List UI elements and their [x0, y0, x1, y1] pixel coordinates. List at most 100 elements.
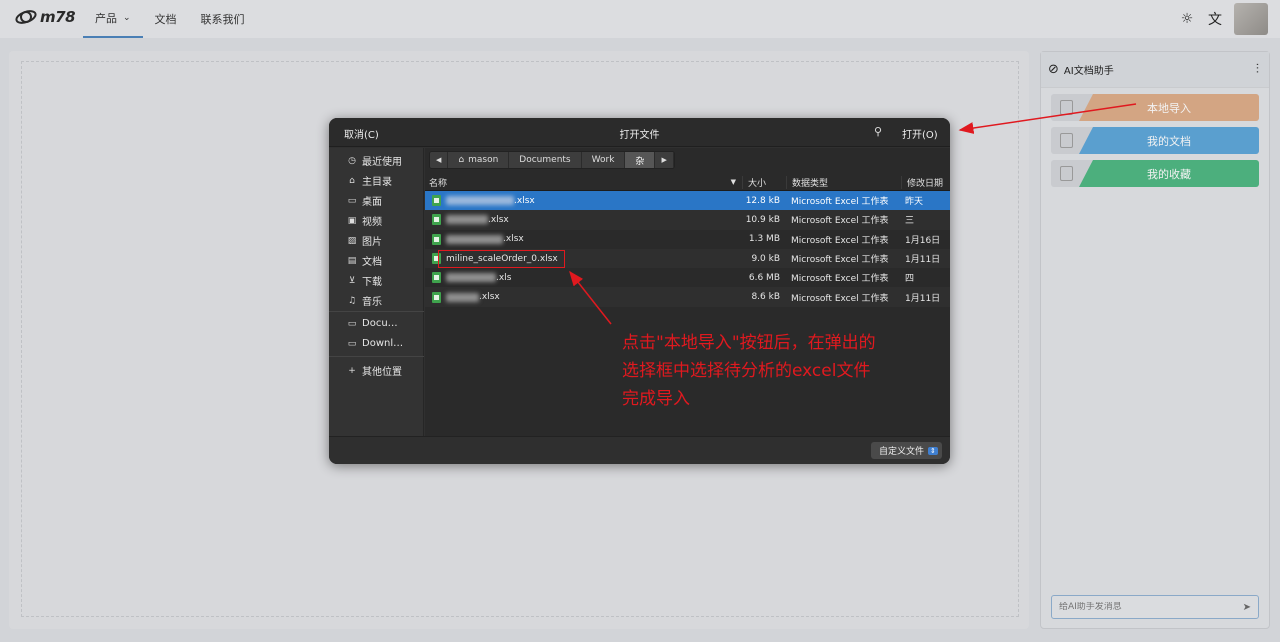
chevron-down-icon: ⌄	[123, 13, 131, 23]
file-row[interactable]: .xlsx 1.3 MB Microsoft Excel 工作表 1月16日	[425, 230, 950, 249]
document-icon	[1060, 133, 1073, 148]
file-filter-dropdown[interactable]: 自定义文件 ⇕	[871, 442, 942, 459]
sidebar-item-label: 下载	[362, 277, 382, 288]
clock-icon: ◷	[348, 155, 356, 166]
file-type: Microsoft Excel 工作表	[791, 255, 889, 266]
ai-panel-title: AI文档助手	[1063, 66, 1114, 77]
annotation-line: 选择框中选择待分析的excel文件	[622, 361, 871, 381]
breadcrumb: ◀ ⌂ mason Documents Work 杂 ▶	[429, 151, 675, 169]
file-suffix: .xlsx	[479, 292, 500, 303]
redacted-filename	[446, 215, 488, 225]
sidebar-item-documents[interactable]: ▤ 文档	[346, 253, 382, 269]
search-icon[interactable]: ⚲	[874, 125, 882, 138]
column-date[interactable]: 修改日期	[901, 175, 950, 189]
breadcrumb-documents[interactable]: Documents	[509, 152, 582, 168]
image-icon	[1060, 166, 1073, 181]
nav-item-label: 联系我们	[200, 13, 245, 26]
logo[interactable]: m78	[14, 7, 76, 27]
excel-file-icon	[432, 291, 441, 303]
sidebar-item-label: 视频	[362, 217, 382, 228]
nav-item-label: 文档	[154, 13, 177, 26]
plus-icon: +	[348, 365, 356, 376]
nav-item-products[interactable]: 产品 ⌄	[83, 0, 143, 38]
planet-icon: ⊘	[1048, 62, 1059, 77]
main-nav: 产品 ⌄ 文档 联系我们	[83, 0, 257, 38]
instruction-annotation: 点击"本地导入"按钮后，在弹出的 选择框中选择待分析的excel文件 完成导入	[622, 329, 932, 413]
video-icon: ▣	[347, 215, 357, 226]
file-size: 1.3 MB	[748, 234, 780, 245]
file-row[interactable]: .xls 6.6 MB Microsoft Excel 工作表 四	[425, 268, 950, 287]
ai-message-input[interactable]	[1059, 602, 1243, 612]
file-suffix: .xlsx	[488, 214, 509, 225]
breadcrumb-forward-arrow[interactable]: ▶	[655, 152, 674, 168]
sidebar-item-music[interactable]: ♫ 音乐	[346, 293, 382, 309]
redacted-filename	[446, 196, 514, 206]
sidebar-item-bookmark-downloads[interactable]: ▭ Downl…	[346, 338, 403, 349]
file-suffix: .xlsx	[503, 234, 524, 245]
file-date: 四	[905, 274, 915, 285]
sidebar-item-home[interactable]: ⌂ 主目录	[346, 173, 392, 189]
highlight-box	[438, 250, 565, 268]
sidebar-item-recent[interactable]: ◷ 最近使用	[346, 153, 402, 169]
desktop-icon: ▭	[347, 195, 357, 206]
my-favorites-button[interactable]: 我的收藏	[1051, 160, 1259, 187]
ai-panel-header: ⊘ AI文档助手 ⫶	[1041, 52, 1269, 88]
excel-file-icon	[432, 195, 441, 207]
sidebar-item-label: 最近使用	[362, 157, 402, 168]
sidebar-item-pictures[interactable]: ▨ 图片	[346, 233, 382, 249]
sun-icon[interactable]: ☼	[1178, 11, 1196, 27]
send-icon[interactable]: ➤	[1243, 602, 1251, 613]
breadcrumb-back-arrow[interactable]: ◀	[430, 152, 449, 168]
sidebar-item-videos[interactable]: ▣ 视频	[346, 213, 382, 229]
file-list: 名称 ▼ 大小 数据类型 修改日期 .xlsx 12.8 kB Microsoft…	[425, 174, 950, 307]
redacted-filename	[446, 292, 479, 302]
sidebar-item-downloads[interactable]: ⊻ 下载	[346, 273, 382, 289]
file-list-header: 名称 ▼ 大小 数据类型 修改日期	[425, 174, 950, 191]
avatar[interactable]	[1234, 3, 1268, 35]
excel-file-icon	[432, 214, 441, 226]
file-type: Microsoft Excel 工作表	[791, 235, 889, 246]
my-documents-label: 我的文档	[1147, 134, 1191, 148]
nav-item-contact[interactable]: 联系我们	[189, 0, 257, 38]
dialog-footer: 自定义文件 ⇕	[329, 436, 950, 464]
top-navbar: m78 产品 ⌄ 文档 联系我们 ☼ 文	[0, 0, 1280, 38]
file-type: Microsoft Excel 工作表	[791, 197, 889, 208]
my-favorites-label: 我的收藏	[1147, 167, 1191, 181]
sidebar-divider	[329, 356, 424, 357]
music-icon: ♫	[347, 295, 357, 306]
column-type[interactable]: 数据类型	[786, 175, 901, 189]
local-import-button[interactable]: 本地导入	[1051, 94, 1259, 121]
sidebar-item-label: 主目录	[362, 177, 392, 188]
sidebar-item-other-locations[interactable]: + 其他位置	[346, 363, 402, 379]
sort-down-icon: ▼	[730, 178, 736, 186]
my-documents-button[interactable]: 我的文档	[1051, 127, 1259, 154]
column-name[interactable]: 名称 ▼	[425, 176, 742, 189]
sidebar-item-bookmark-documents[interactable]: ▭ Docu…	[346, 318, 398, 329]
excel-file-icon	[432, 233, 441, 245]
home-icon: ⌂	[458, 155, 465, 165]
ai-assistant-panel: ⊘ AI文档助手 ⫶ 本地导入 我的文档 我的收藏 ➤	[1040, 51, 1270, 629]
translate-icon[interactable]: 文	[1206, 9, 1224, 29]
sidebar-item-label: 其他位置	[362, 367, 402, 378]
breadcrumb-mason[interactable]: ⌂ mason	[448, 152, 510, 168]
sidebar-item-desktop[interactable]: ▭ 桌面	[346, 193, 382, 209]
file-row[interactable]: .xlsx 8.6 kB Microsoft Excel 工作表 1月11日	[425, 287, 950, 307]
breadcrumb-label: mason	[468, 155, 499, 165]
file-row[interactable]: .xlsx 12.8 kB Microsoft Excel 工作表 昨天	[425, 191, 950, 211]
home-icon: ⌂	[349, 175, 355, 186]
file-row[interactable]: .xlsx 10.9 kB Microsoft Excel 工作表 三	[425, 210, 950, 230]
file-size: 9.0 kB	[751, 253, 780, 264]
logo-text: m78	[40, 8, 76, 26]
breadcrumb-misc[interactable]: 杂	[625, 152, 656, 168]
annotation-line: 完成导入	[622, 389, 690, 409]
settings-sliders-icon[interactable]: ⫶	[1256, 62, 1259, 77]
breadcrumb-work[interactable]: Work	[581, 152, 626, 168]
open-button[interactable]: 打开(O)	[902, 126, 938, 141]
redacted-filename	[446, 234, 503, 244]
excel-file-icon	[432, 272, 441, 284]
image-icon: ▨	[347, 235, 357, 246]
sidebar-item-label: 桌面	[362, 197, 382, 208]
nav-item-docs[interactable]: 文档	[143, 0, 189, 38]
file-date: 1月11日	[905, 293, 941, 304]
column-size[interactable]: 大小	[742, 175, 786, 189]
